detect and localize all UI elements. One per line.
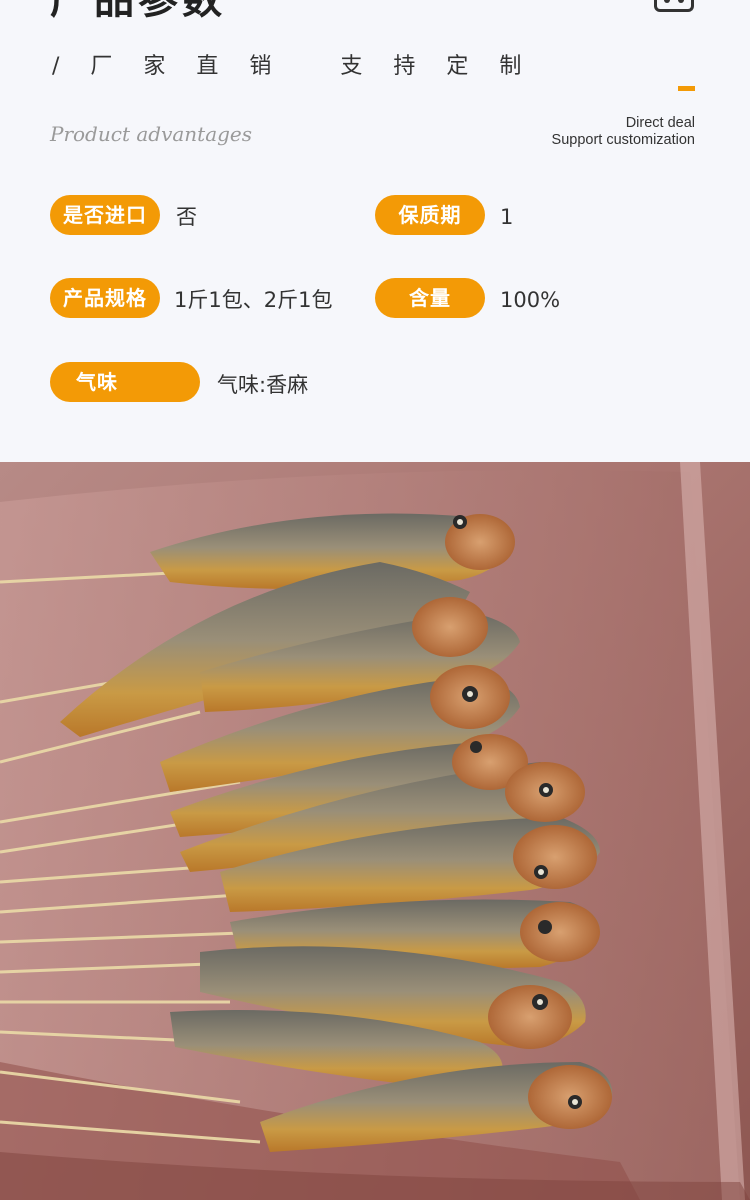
parameters-section: 产品参数 / 厂 家 直 销 支 持 定 制 Product advantage… (0, 0, 750, 462)
grilled-fish-skewers-image (0, 462, 750, 1200)
param-value-spec: 1斤1包、2斤1包 (174, 288, 333, 312)
param-label-smell: 气味 (50, 362, 200, 402)
note-line-1: Direct deal (625, 115, 695, 131)
param-label-import: 是否进口 (50, 195, 160, 235)
param-value-import: 否 (176, 205, 197, 229)
param-label-content: 含量 (375, 278, 485, 318)
scale-icon (654, 0, 694, 12)
script-caption: Product advantages (50, 122, 253, 146)
param-value-content: 100% (500, 288, 561, 312)
param-value-smell: 气味:香麻 (217, 373, 309, 397)
param-value-shelf-life: 1 (500, 205, 514, 229)
direct-deal-note: Direct deal Support customization (552, 115, 695, 149)
note-line-2: Support customization (551, 132, 695, 148)
fish-photo-illustration (0, 462, 750, 1200)
subtitle: / 厂 家 直 销 支 持 定 制 (52, 54, 534, 79)
page-title: 产品参数 (50, 0, 226, 23)
accent-divider (678, 86, 695, 91)
param-label-spec: 产品规格 (50, 278, 160, 318)
param-label-shelf-life: 保质期 (375, 195, 485, 235)
